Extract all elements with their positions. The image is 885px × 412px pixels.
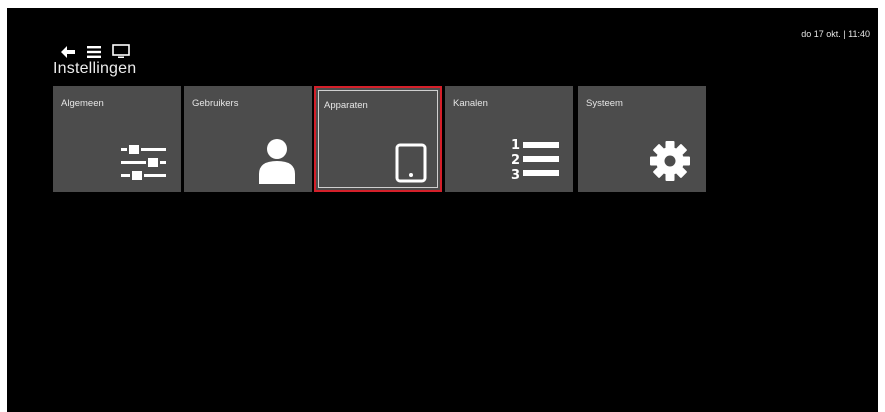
tile-label: Kanalen bbox=[453, 98, 488, 109]
svg-text:3: 3 bbox=[511, 168, 520, 182]
top-navigation bbox=[60, 44, 130, 59]
tile-label: Algemeen bbox=[61, 98, 104, 109]
tile-gebruikers[interactable]: Gebruikers bbox=[184, 86, 312, 192]
page-title: Instellingen bbox=[53, 60, 137, 77]
tile-label: Systeem bbox=[586, 98, 623, 109]
sliders-icon bbox=[121, 142, 167, 182]
tile-label: Apparaten bbox=[324, 100, 368, 111]
tile-kanalen[interactable]: Kanalen 1 2 3 bbox=[445, 86, 573, 192]
tablet-icon bbox=[395, 143, 427, 183]
tile-algemeen[interactable]: Algemeen bbox=[53, 86, 181, 192]
tile-systeem[interactable]: Systeem bbox=[578, 86, 706, 192]
menu-icon[interactable] bbox=[87, 45, 101, 58]
numbered-list-icon: 1 2 3 bbox=[511, 136, 559, 182]
back-arrow-icon[interactable] bbox=[60, 45, 76, 59]
tile-apparaten[interactable]: Apparaten bbox=[314, 86, 442, 192]
settings-screen: Instellingen do 17 okt. | 11:40 Algemeen bbox=[7, 8, 878, 412]
date-time: do 17 okt. | 11:40 bbox=[801, 29, 870, 39]
tile-label: Gebruikers bbox=[192, 98, 239, 109]
svg-text:2: 2 bbox=[511, 153, 520, 168]
user-icon bbox=[258, 138, 296, 184]
tv-icon[interactable] bbox=[112, 44, 130, 59]
svg-text:1: 1 bbox=[511, 138, 520, 153]
gear-icon bbox=[649, 140, 691, 182]
